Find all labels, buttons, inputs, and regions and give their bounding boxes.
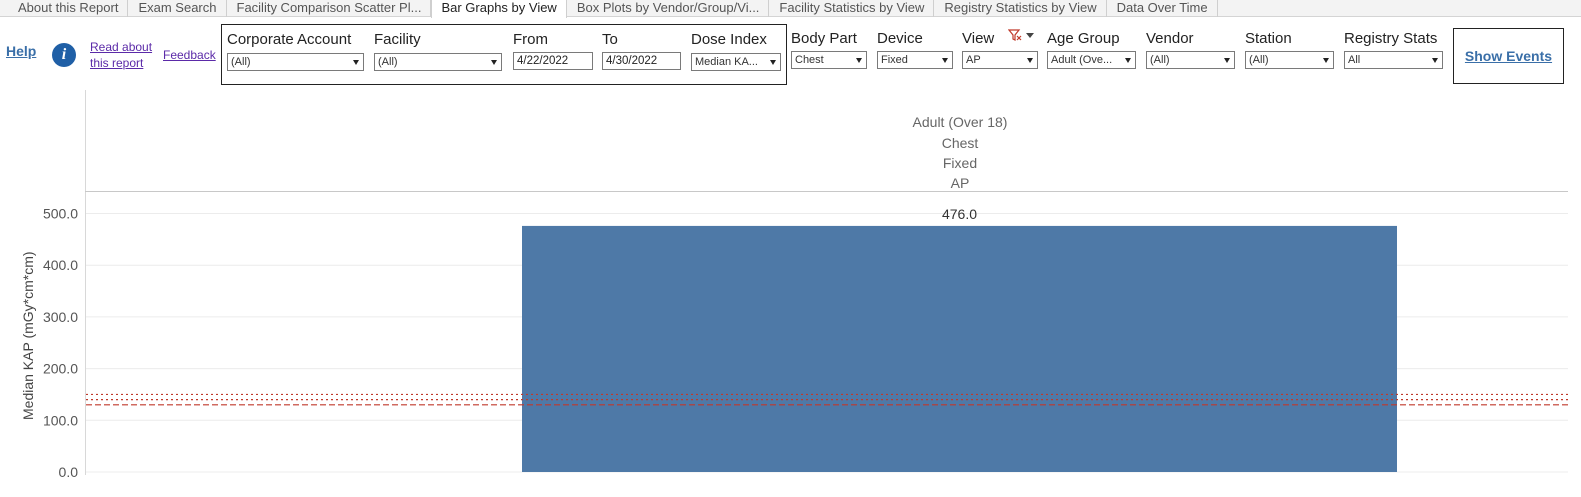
dose-index-label: Dose Index xyxy=(691,31,767,48)
chevron-down-icon xyxy=(770,60,776,65)
station-label: Station xyxy=(1245,30,1292,47)
y-tick-label: 300.0 xyxy=(43,309,78,325)
tab-about-report[interactable]: About this Report xyxy=(8,0,129,17)
y-tick-label: 0.0 xyxy=(59,464,79,480)
bar-chart: Adult (Over 18) Chest Fixed AP Median KA… xyxy=(0,90,1581,497)
device-value: Fixed xyxy=(881,54,908,66)
view-dropdown[interactable]: AP xyxy=(962,51,1038,69)
device-dropdown[interactable]: Fixed xyxy=(877,51,953,69)
chevron-down-icon xyxy=(1125,58,1131,63)
y-tick-label: 400.0 xyxy=(43,257,78,273)
facility-value: (All) xyxy=(378,56,398,68)
plot-area: 0.0 100.0 200.0 300.0 400.0 500.0 476.0 xyxy=(43,206,1568,480)
tab-data-over-time[interactable]: Data Over Time xyxy=(1107,0,1218,17)
read-about-report-link[interactable]: Read about this report xyxy=(90,39,160,71)
corporate-account-dropdown[interactable]: (All) xyxy=(227,53,364,71)
tab-bar-graphs-by-view[interactable]: Bar Graphs by View xyxy=(431,0,567,18)
dose-index-dropdown[interactable]: Median KA... xyxy=(691,53,781,71)
tab-exam-search[interactable]: Exam Search xyxy=(128,0,227,17)
from-date-input[interactable]: 4/22/2022 xyxy=(513,52,593,70)
body-part-dropdown[interactable]: Chest xyxy=(791,51,867,69)
vendor-label: Vendor xyxy=(1146,30,1194,47)
tab-facility-comparison[interactable]: Facility Comparison Scatter Pl... xyxy=(227,0,432,17)
vendor-dropdown[interactable]: (All) xyxy=(1146,51,1235,69)
body-part-label: Body Part xyxy=(791,30,857,47)
age-group-value: Adult (Ove... xyxy=(1051,54,1113,66)
body-part-value: Chest xyxy=(795,54,824,66)
chevron-down-icon xyxy=(491,60,497,65)
registry-stats-value: All xyxy=(1348,54,1361,66)
vendor-value: (All) xyxy=(1150,54,1170,66)
help-link[interactable]: Help xyxy=(6,43,36,59)
facility-dropdown[interactable]: (All) xyxy=(374,53,502,71)
y-tick-label: 500.0 xyxy=(43,206,78,222)
y-tick-label: 200.0 xyxy=(43,361,78,377)
from-label: From xyxy=(513,31,548,48)
dose-index-value: Median KA... xyxy=(695,56,758,68)
registry-stats-dropdown[interactable]: All xyxy=(1344,51,1443,69)
view-value: AP xyxy=(966,54,981,66)
view-label: View xyxy=(962,30,995,47)
tab-bar: About this Report Exam Search Facility C… xyxy=(0,0,1581,18)
bar-value-label: 476.0 xyxy=(942,206,977,222)
chevron-down-icon xyxy=(942,58,948,63)
age-group-label: Age Group xyxy=(1047,30,1120,47)
corporate-account-label: Corporate Account xyxy=(227,31,352,48)
chevron-down-icon xyxy=(856,58,862,63)
to-label: To xyxy=(602,31,618,48)
feedback-link[interactable]: Feedback xyxy=(163,48,216,62)
corporate-account-value: (All) xyxy=(231,56,251,68)
bar xyxy=(522,225,1397,472)
show-events-label: Show Events xyxy=(1464,48,1553,64)
device-label: Device xyxy=(877,30,923,47)
y-tick-label: 100.0 xyxy=(43,412,78,428)
tab-facility-statistics[interactable]: Facility Statistics by View xyxy=(769,0,935,17)
clear-filter-icon[interactable] xyxy=(1008,29,1022,41)
age-group-dropdown[interactable]: Adult (Ove... xyxy=(1047,51,1136,69)
chevron-down-icon xyxy=(353,60,359,65)
tab-box-plots[interactable]: Box Plots by Vendor/Group/Vi... xyxy=(567,0,770,17)
registry-stats-label: Registry Stats xyxy=(1344,30,1438,47)
facility-label: Facility xyxy=(374,31,421,48)
chevron-down-icon xyxy=(1432,58,1438,63)
info-icon[interactable]: i xyxy=(52,43,76,67)
to-date-input[interactable]: 4/30/2022 xyxy=(602,52,681,70)
station-dropdown[interactable]: (All) xyxy=(1245,51,1334,69)
show-events-button[interactable]: Show Events xyxy=(1453,28,1564,84)
chevron-down-icon xyxy=(1027,58,1033,63)
chevron-down-icon xyxy=(1323,58,1329,63)
chevron-down-icon xyxy=(1224,58,1230,63)
filter-menu-caret-icon[interactable] xyxy=(1026,33,1034,38)
tab-registry-statistics[interactable]: Registry Statistics by View xyxy=(934,0,1107,17)
primary-filter-group: Corporate Account (All) Facility (All) F… xyxy=(221,24,787,85)
station-value: (All) xyxy=(1249,54,1269,66)
